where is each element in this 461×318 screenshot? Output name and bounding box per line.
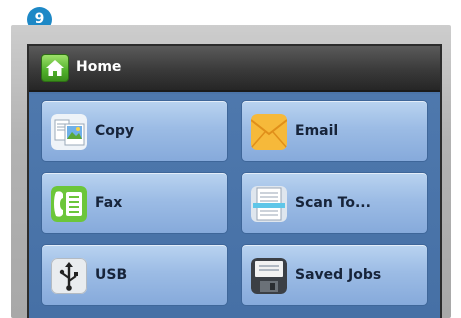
email-label: Email xyxy=(295,123,339,139)
saved-jobs-tile[interactable]: Saved Jobs xyxy=(241,244,428,306)
copy-tile[interactable]: Copy xyxy=(41,100,228,162)
copy-icon xyxy=(51,114,87,150)
home-button[interactable] xyxy=(41,54,69,82)
usb-tile[interactable]: USB xyxy=(41,244,228,306)
home-icon xyxy=(46,60,64,76)
title-bar: Home xyxy=(29,46,440,92)
email-icon xyxy=(251,114,287,150)
scan-icon xyxy=(251,186,287,222)
page-title: Home xyxy=(76,59,122,75)
usb-label: USB xyxy=(95,267,128,283)
usb-icon xyxy=(51,258,87,294)
scan-to-tile[interactable]: Scan To... xyxy=(241,172,428,234)
copy-label: Copy xyxy=(95,123,135,139)
email-tile[interactable]: Email xyxy=(241,100,428,162)
saved-jobs-label: Saved Jobs xyxy=(295,267,382,283)
touch-screen: Home Copy Email Fax Scan To... USB Saved… xyxy=(27,44,442,318)
fax-icon xyxy=(51,186,87,222)
saved-jobs-icon xyxy=(251,258,287,294)
fax-label: Fax xyxy=(95,195,123,211)
app-grid: Copy Email Fax Scan To... USB Saved Jobs xyxy=(29,94,440,318)
scan-to-label: Scan To... xyxy=(295,195,371,211)
fax-tile[interactable]: Fax xyxy=(41,172,228,234)
